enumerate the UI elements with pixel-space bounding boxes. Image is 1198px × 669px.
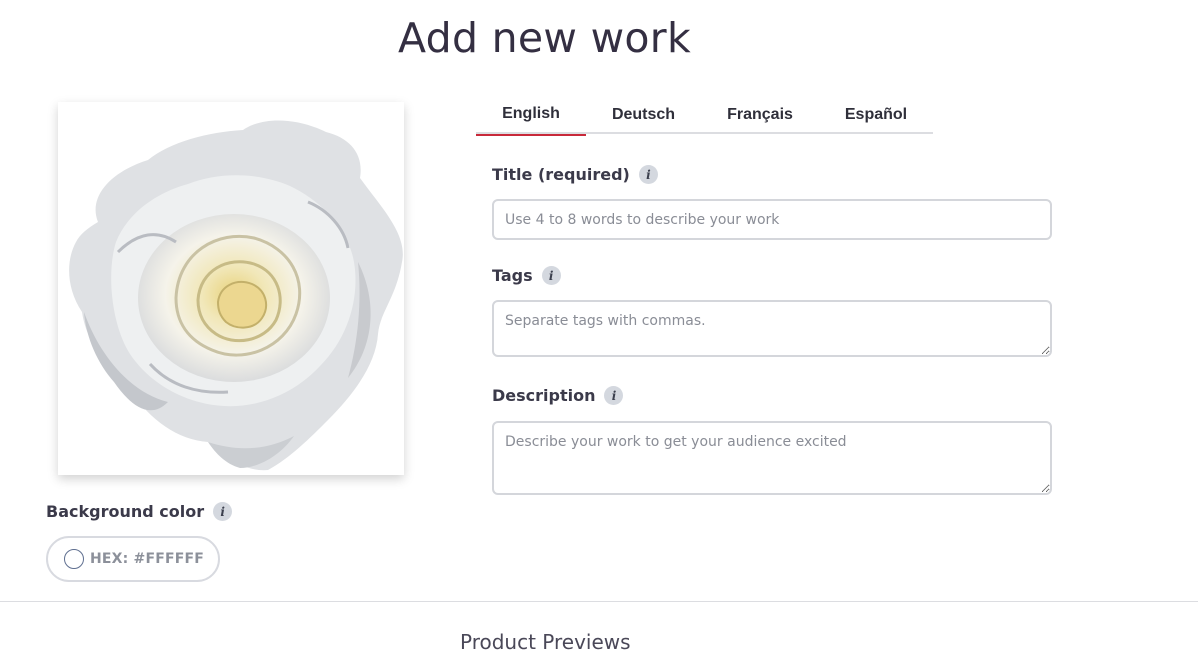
- description-label-text: Description: [492, 386, 596, 405]
- tab-deutsch[interactable]: Deutsch: [586, 96, 701, 134]
- tab-english[interactable]: English: [476, 96, 586, 136]
- description-label: Description i: [492, 386, 624, 405]
- page-title: Add new work: [398, 14, 692, 62]
- artwork-preview: [58, 102, 404, 475]
- title-input[interactable]: [492, 199, 1052, 240]
- background-color-picker-button[interactable]: HEX: #FFFFFF: [46, 536, 220, 582]
- tags-input[interactable]: [492, 300, 1052, 357]
- info-icon[interactable]: i: [213, 502, 233, 521]
- product-previews-heading: Product Previews: [460, 630, 631, 654]
- hex-value-label: HEX: #FFFFFF: [90, 551, 205, 567]
- tab-espanol[interactable]: Español: [819, 96, 933, 134]
- info-icon[interactable]: i: [638, 165, 658, 184]
- language-tabs: English Deutsch Français Español: [476, 96, 933, 136]
- description-input[interactable]: [492, 421, 1052, 495]
- section-divider: [0, 601, 1198, 602]
- color-swatch: [64, 549, 84, 569]
- rose-image: [69, 120, 403, 471]
- tags-label: Tags i: [492, 266, 561, 285]
- info-icon[interactable]: i: [541, 266, 561, 285]
- tags-label-text: Tags: [492, 266, 533, 285]
- tab-francais[interactable]: Français: [701, 96, 819, 134]
- title-label-text: Title (required): [492, 165, 630, 184]
- background-color-label-text: Background color: [46, 502, 205, 521]
- title-label: Title (required) i: [492, 165, 658, 184]
- info-icon[interactable]: i: [604, 386, 624, 405]
- background-color-label: Background color i: [46, 502, 233, 521]
